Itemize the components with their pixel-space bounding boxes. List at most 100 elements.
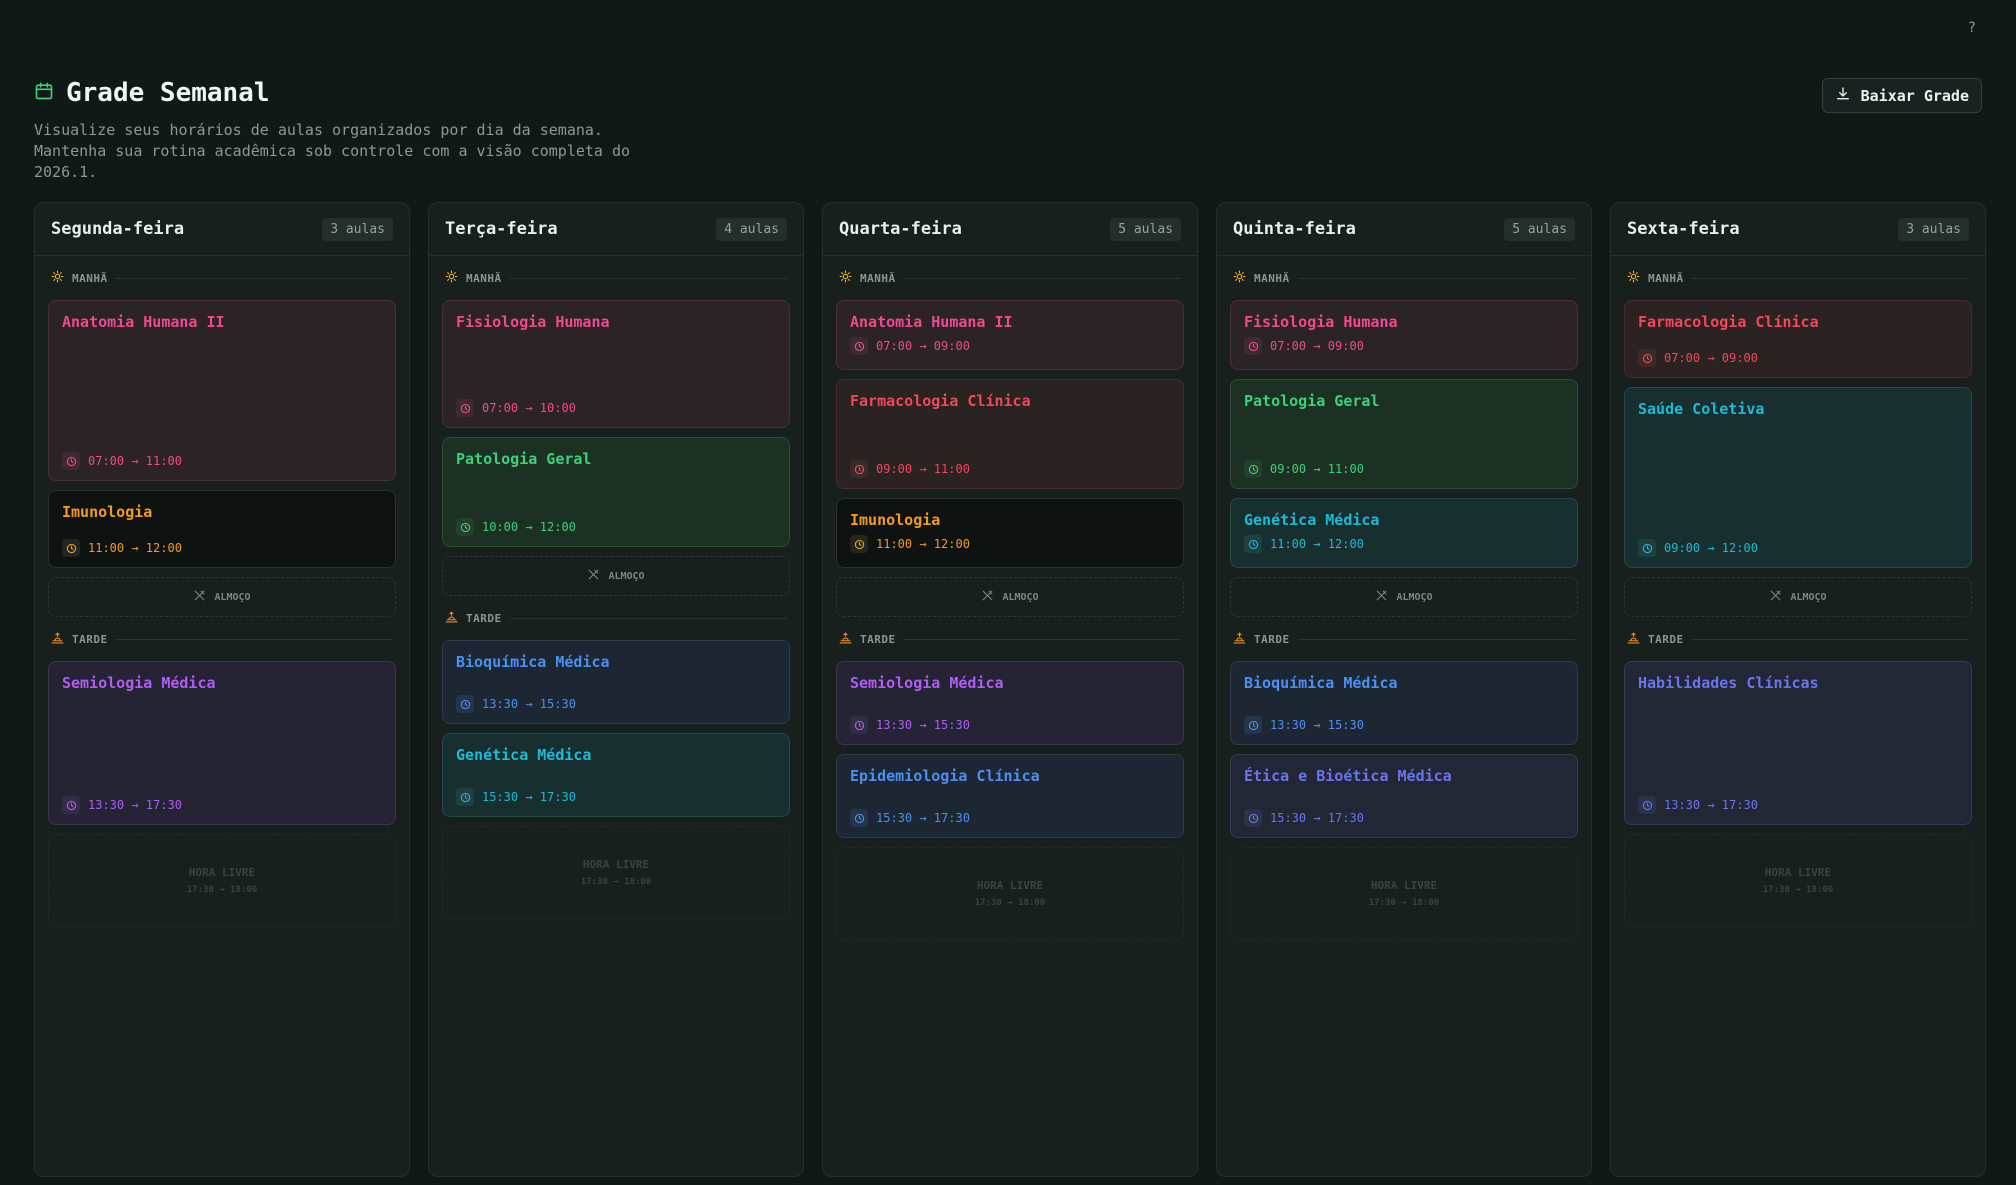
class-card[interactable]: Ética e Bioética Médica 15:30 → 17:30 [1230, 754, 1578, 838]
class-time-text: 11:00 → 12:00 [1270, 537, 1364, 551]
lunch-break: ALMOÇO [442, 556, 790, 596]
section-label: TARDE [466, 611, 502, 625]
class-card[interactable]: Patologia Geral 10:00 → 12:00 [442, 437, 790, 547]
section-header: TARDE [823, 617, 1197, 661]
class-name: Farmacologia Clínica [1638, 313, 1819, 331]
section-divider [1691, 277, 1969, 279]
class-card[interactable]: Imunologia 11:00 → 12:00 [48, 490, 396, 568]
clock-icon [456, 788, 474, 806]
section-divider [509, 617, 787, 619]
download-schedule-button[interactable]: Baixar Grade [1821, 78, 1982, 113]
class-card[interactable]: Habilidades Clínicas 13:30 → 17:30 [1624, 661, 1972, 825]
class-count-badge: 4 aulas [716, 217, 787, 241]
day-column: Sexta-feira 3 aulas MANHÃ Farmacologia Clín… [1610, 202, 1986, 1177]
section-header: MANHÃ [1217, 256, 1591, 300]
class-time: 13:30 → 17:30 [62, 796, 182, 814]
free-time-label: HORA LIVRE [1370, 879, 1438, 892]
lunch-label: ALMOÇO [1396, 591, 1433, 603]
free-time-slot: HORA LIVRE 17:30 → 18:00 [1624, 834, 1972, 927]
day-header: Segunda-feira 3 aulas [35, 203, 409, 256]
class-time: 15:30 → 17:30 [1244, 809, 1364, 827]
class-card[interactable]: Fisiologia Humana 07:00 → 09:00 [1230, 300, 1578, 370]
class-time: 09:00 → 11:00 [1244, 460, 1364, 478]
section-header: MANHÃ [429, 256, 803, 300]
clock-icon [850, 460, 868, 478]
clock-icon [1638, 539, 1656, 557]
weekly-board: Segunda-feira 3 aulas MANHÃ Anatomia Humana… [34, 202, 1986, 1177]
class-card[interactable]: Fisiologia Humana 07:00 → 10:00 [442, 300, 790, 428]
section-divider [1297, 277, 1575, 279]
free-time-slot: HORA LIVRE 17:30 → 18:00 [48, 834, 396, 927]
class-card[interactable]: Farmacologia Clínica 09:00 → 11:00 [836, 379, 1184, 489]
section-divider [115, 638, 393, 640]
section-header: MANHÃ [1611, 256, 1985, 300]
section-divider [509, 277, 787, 279]
class-count-badge: 3 aulas [1898, 217, 1969, 241]
class-name: Anatomia Humana II [850, 313, 1013, 331]
class-time-text: 09:00 → 12:00 [1664, 541, 1758, 555]
class-name: Habilidades Clínicas [1638, 674, 1819, 692]
clock-icon [62, 539, 80, 557]
class-time-text: 09:00 → 11:00 [1270, 462, 1364, 476]
class-card[interactable]: Saúde Coletiva 09:00 → 12:00 [1624, 387, 1972, 568]
free-time-slot: HORA LIVRE 17:30 → 18:00 [1230, 847, 1578, 940]
clock-icon [1244, 535, 1262, 553]
class-time-text: 13:30 → 15:30 [482, 697, 576, 711]
class-count-badge: 5 aulas [1504, 217, 1575, 241]
class-count-badge: 3 aulas [322, 217, 393, 241]
class-card[interactable]: Anatomia Humana II 07:00 → 11:00 [48, 300, 396, 481]
clock-icon [850, 535, 868, 553]
class-count-badge: 5 aulas [1110, 217, 1181, 241]
free-time-slot: HORA LIVRE 17:30 → 18:00 [836, 847, 1184, 940]
class-time-text: 07:00 → 09:00 [1664, 351, 1758, 365]
sunset-icon [1627, 631, 1640, 647]
class-card[interactable]: Imunologia 11:00 → 12:00 [836, 498, 1184, 568]
section-divider [1691, 638, 1969, 640]
class-time-text: 11:00 → 12:00 [88, 541, 182, 555]
class-name: Imunologia [850, 511, 941, 529]
class-card[interactable]: Genética Médica 15:30 → 17:30 [442, 733, 790, 817]
section-header: MANHÃ [35, 256, 409, 300]
page-header: Grade Semanal Visualize seus horários de… [34, 78, 1982, 181]
class-card[interactable]: Patologia Geral 09:00 → 11:00 [1230, 379, 1578, 489]
sun-icon [1233, 270, 1246, 286]
section-label: TARDE [860, 632, 896, 646]
download-icon [1835, 86, 1851, 106]
class-card[interactable]: Genética Médica 11:00 → 12:00 [1230, 498, 1578, 568]
utensils-icon [193, 589, 206, 605]
class-name: Semiologia Médica [62, 674, 216, 692]
class-card[interactable]: Epidemiologia Clínica 15:30 → 17:30 [836, 754, 1184, 838]
class-time-text: 13:30 → 17:30 [88, 798, 182, 812]
class-name: Bioquímica Médica [456, 653, 610, 671]
class-card[interactable]: Anatomia Humana II 07:00 → 09:00 [836, 300, 1184, 370]
class-time: 11:00 → 12:00 [850, 535, 970, 553]
class-time-text: 07:00 → 09:00 [876, 339, 970, 353]
section-label: MANHÃ [1254, 271, 1290, 285]
class-time-text: 11:00 → 12:00 [876, 537, 970, 551]
lunch-break: ALMOÇO [1624, 577, 1972, 617]
class-card[interactable]: Semiologia Médica 13:30 → 15:30 [836, 661, 1184, 745]
class-time: 11:00 → 12:00 [62, 539, 182, 557]
section-divider [115, 277, 393, 279]
free-time-range: 17:30 → 18:00 [186, 885, 258, 895]
clock-icon [456, 695, 474, 713]
sun-icon [445, 270, 458, 286]
class-card[interactable]: Bioquímica Médica 13:30 → 15:30 [442, 640, 790, 724]
class-time: 07:00 → 09:00 [850, 337, 970, 355]
class-card[interactable]: Semiologia Médica 13:30 → 17:30 [48, 661, 396, 825]
class-time: 07:00 → 09:00 [1638, 349, 1758, 367]
class-card[interactable]: Farmacologia Clínica 07:00 → 09:00 [1624, 300, 1972, 378]
clock-icon [456, 399, 474, 417]
class-card[interactable]: Bioquímica Médica 13:30 → 15:30 [1230, 661, 1578, 745]
clock-icon [1638, 796, 1656, 814]
help-button[interactable]: ? [1968, 20, 1976, 36]
sunset-icon [839, 631, 852, 647]
class-name: Fisiologia Humana [456, 313, 610, 331]
class-time-text: 09:00 → 11:00 [876, 462, 970, 476]
class-time: 13:30 → 15:30 [1244, 716, 1364, 734]
class-time-text: 15:30 → 17:30 [1270, 811, 1364, 825]
class-time: 11:00 → 12:00 [1244, 535, 1364, 553]
section-divider [1297, 638, 1575, 640]
section-header: TARDE [429, 596, 803, 640]
class-name: Genética Médica [1244, 511, 1380, 529]
